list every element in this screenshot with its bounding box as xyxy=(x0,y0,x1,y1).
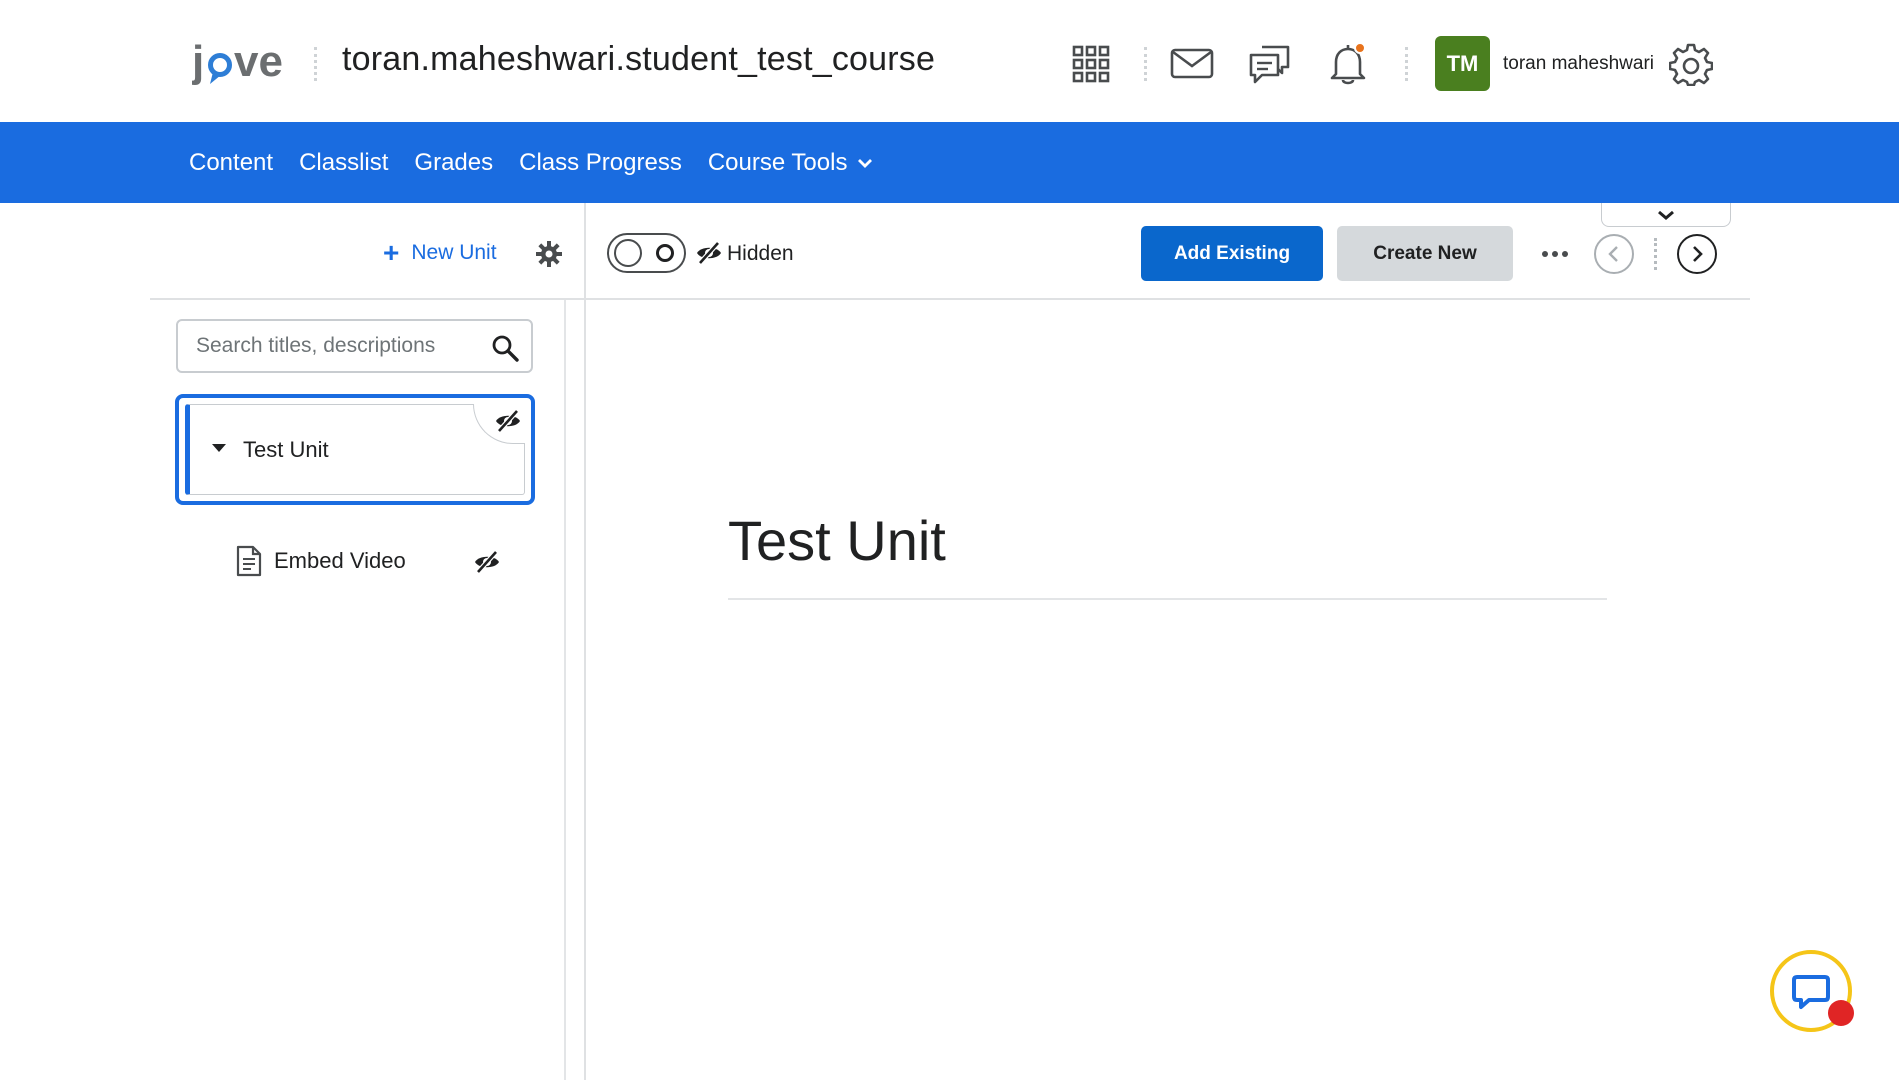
title-divider xyxy=(728,598,1607,600)
course-navbar: Content Classlist Grades Class Progress … xyxy=(0,122,1899,203)
chat-bubbles-icon[interactable] xyxy=(1246,40,1294,88)
toggle-off-indicator xyxy=(656,244,674,262)
help-chat-widget[interactable] xyxy=(1770,950,1854,1032)
unit-card: Test Unit xyxy=(185,404,525,495)
jove-logo-mark: j ve xyxy=(192,37,283,86)
nav-grades[interactable]: Grades xyxy=(414,149,493,177)
header-divider xyxy=(1144,47,1148,81)
new-unit-label: New Unit xyxy=(411,241,497,264)
settings-gear-icon[interactable] xyxy=(1667,40,1715,88)
left-panel-scroll-track[interactable] xyxy=(564,300,566,1080)
header-divider xyxy=(1405,47,1409,81)
next-item-button[interactable] xyxy=(1677,234,1717,274)
chat-notification-dot xyxy=(1828,1000,1854,1026)
search-box xyxy=(176,319,533,373)
right-toolbar-divider xyxy=(586,298,1750,300)
mail-icon[interactable] xyxy=(1168,40,1216,88)
chevron-down-icon xyxy=(858,158,873,168)
nav-course-tools-label: Course Tools xyxy=(707,148,848,176)
eye-slash-icon xyxy=(496,409,520,433)
caret-down-icon[interactable] xyxy=(212,444,226,452)
user-name[interactable]: toran maheshwari xyxy=(1503,53,1654,75)
create-new-button[interactable]: Create New xyxy=(1337,226,1513,281)
unit-settings-gear-icon[interactable] xyxy=(535,240,563,268)
chevron-down-icon xyxy=(1658,210,1674,220)
page-title: Test Unit xyxy=(728,509,946,572)
visibility-toggle[interactable] xyxy=(607,233,686,273)
nav-classlist[interactable]: Classlist xyxy=(299,149,388,177)
chevron-left-icon xyxy=(1608,246,1618,262)
search-input[interactable] xyxy=(196,331,486,361)
nav-course-tools[interactable]: Course Tools xyxy=(708,149,874,177)
unit-hidden-badge xyxy=(473,404,525,444)
plus-icon: + xyxy=(383,237,400,268)
content-item-embed-video[interactable]: Embed Video xyxy=(236,541,506,581)
jove-logo[interactable]: j ve xyxy=(192,36,288,92)
notification-dot xyxy=(1354,42,1366,54)
svg-text:j: j xyxy=(192,37,204,86)
new-unit-button[interactable]: + New Unit xyxy=(383,239,497,267)
collapse-toolbar-tab[interactable] xyxy=(1601,203,1731,227)
left-toolbar-divider xyxy=(150,298,584,300)
unit-card-selected[interactable]: Test Unit xyxy=(175,394,535,505)
user-avatar[interactable]: TM xyxy=(1435,36,1490,91)
content-item-title: Embed Video xyxy=(274,548,406,573)
header-divider xyxy=(314,47,318,81)
apps-grid-icon[interactable] xyxy=(1067,40,1115,88)
more-dots-icon xyxy=(1542,251,1568,257)
toggle-knob xyxy=(614,239,642,267)
top-header: j ve toran.maheshwari.student_test_cours… xyxy=(0,0,1899,122)
more-options-button[interactable] xyxy=(1535,237,1575,271)
svg-text:ve: ve xyxy=(234,37,283,86)
search-icon[interactable] xyxy=(491,334,519,362)
bell-icon[interactable] xyxy=(1324,40,1372,88)
chat-icon xyxy=(1792,975,1830,1009)
nav-class-progress[interactable]: Class Progress xyxy=(519,149,682,177)
nav-content[interactable]: Content xyxy=(189,149,273,177)
course-title[interactable]: toran.maheshwari.student_test_course xyxy=(342,40,935,79)
panel-resize-divider[interactable] xyxy=(584,203,586,1080)
nav-separator xyxy=(1654,238,1658,270)
add-existing-button[interactable]: Add Existing xyxy=(1141,226,1323,281)
eye-slash-icon xyxy=(475,550,499,574)
unit-title: Test Unit xyxy=(243,437,329,462)
eye-slash-icon xyxy=(697,241,721,265)
chevron-right-icon xyxy=(1693,246,1703,262)
previous-item-button[interactable] xyxy=(1594,234,1634,274)
document-icon xyxy=(236,545,262,577)
visibility-label: Hidden xyxy=(727,242,794,265)
